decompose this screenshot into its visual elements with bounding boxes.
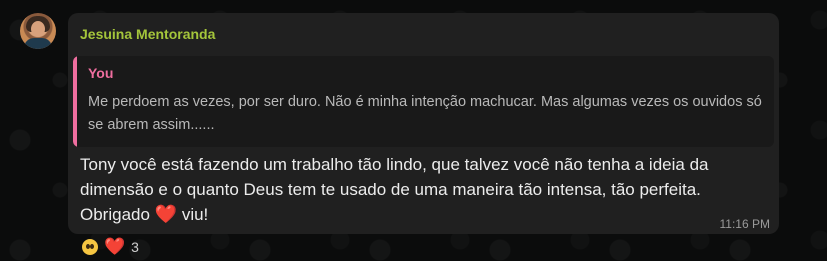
message-bubble[interactable]: Jesuina Mentoranda You Me perdoem as vez… (68, 13, 779, 234)
message-text: Tony você está fazendo um trabalho tão l… (80, 153, 750, 228)
avatar[interactable] (20, 13, 56, 49)
message-timestamp: 11:16 PM (719, 217, 770, 231)
quote-author: You (88, 65, 114, 81)
pleading-face-icon (82, 239, 98, 255)
sender-name[interactable]: Jesuina Mentoranda (80, 26, 215, 42)
quoted-message[interactable]: You Me perdoem as vezes, por ser duro. N… (73, 56, 774, 147)
message-text-part2: viu! (177, 205, 209, 224)
red-heart-icon: ❤️ (104, 237, 126, 256)
heart-emoji-icon: ❤️ (154, 204, 178, 224)
quote-text: Me perdoem as vezes, por ser duro. Não é… (88, 94, 762, 133)
reaction-count: 3 (131, 239, 139, 255)
reactions-bar[interactable]: ❤️ 3 (82, 234, 139, 260)
quote-accent-bar (73, 56, 77, 147)
